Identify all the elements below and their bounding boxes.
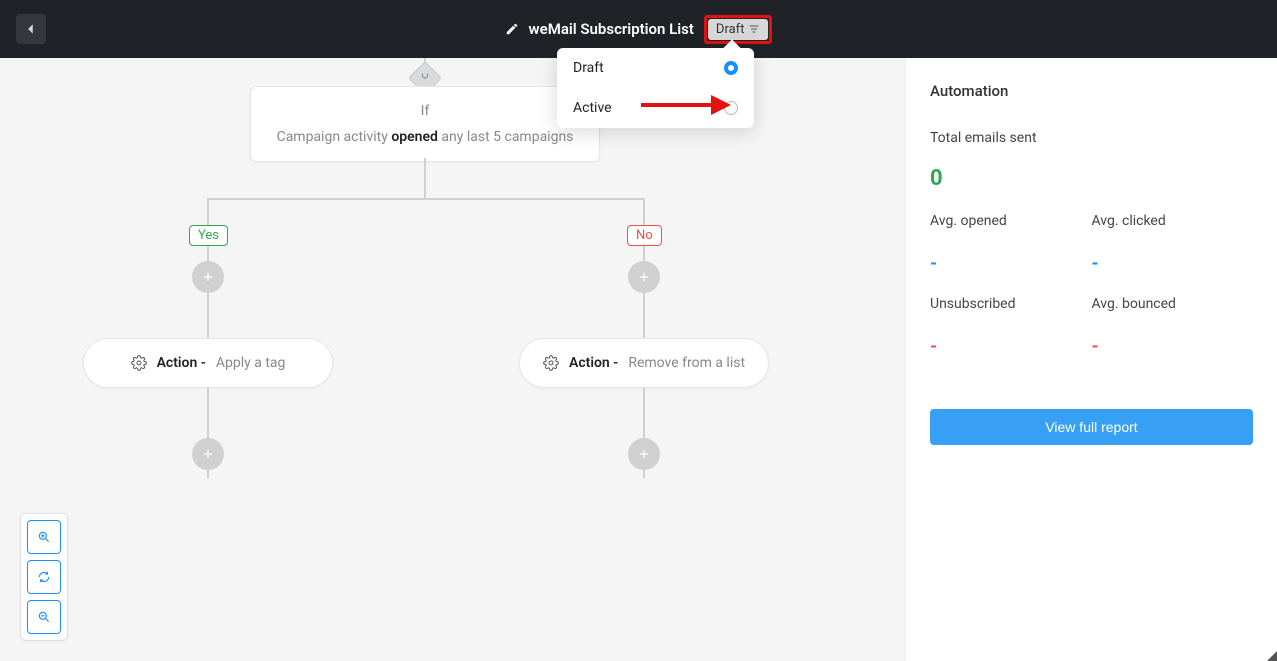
status-label: Draft <box>716 22 745 37</box>
action-detail: Remove from a list <box>628 355 745 371</box>
action-card-yes[interactable]: Action - Apply a tag <box>83 338 333 388</box>
branch-no-tag: No <box>627 225 662 246</box>
status-option-draft[interactable]: Draft <box>557 48 754 88</box>
action-detail: Apply a tag <box>216 355 286 371</box>
connector-line <box>424 158 426 198</box>
status-option-label: Draft <box>573 60 604 76</box>
zoom-out-icon <box>37 610 51 624</box>
automation-canvas[interactable]: If Campaign activity opened any last 5 c… <box>0 58 905 661</box>
resize-handle-icon[interactable] <box>1267 651 1277 661</box>
filter-icon <box>748 23 760 35</box>
branch-yes-tag: Yes <box>189 225 228 246</box>
action-card-no[interactable]: Action - Remove from a list <box>519 338 769 388</box>
branch-icon <box>419 72 431 84</box>
arrow-left-icon <box>24 22 38 36</box>
gear-icon <box>543 355 559 371</box>
add-step-button[interactable] <box>192 438 224 470</box>
refresh-icon <box>37 570 51 584</box>
stat-unsubscribed-value: - <box>930 336 1092 357</box>
total-emails-label: Total emails sent <box>930 130 1253 146</box>
stat-avg-bounced-label: Avg. bounced <box>1092 296 1254 312</box>
sidebar-heading: Automation <box>930 82 1253 100</box>
stat-avg-clicked-label: Avg. clicked <box>1092 213 1254 229</box>
action-label: Action - <box>569 355 618 371</box>
zoom-in-icon <box>37 530 51 544</box>
radio-selected-icon <box>724 61 738 75</box>
zoom-toolbar <box>20 513 68 641</box>
automation-sidebar: Automation Total emails sent 0 Avg. open… <box>905 58 1277 661</box>
page-title: weMail Subscription List <box>529 20 694 38</box>
status-dropdown-trigger[interactable]: Draft <box>708 19 769 40</box>
add-step-button[interactable] <box>192 261 224 293</box>
total-emails-value: 0 <box>930 166 1253 191</box>
radio-unselected-icon <box>724 101 738 115</box>
stat-unsubscribed-label: Unsubscribed <box>930 296 1092 312</box>
stat-avg-bounced-value: - <box>1092 336 1254 357</box>
back-button[interactable] <box>16 14 46 44</box>
stat-avg-opened-value: - <box>930 253 1092 274</box>
add-step-button[interactable] <box>628 438 660 470</box>
status-option-label: Active <box>573 100 612 116</box>
zoom-reset-button[interactable] <box>27 560 61 594</box>
condition-card[interactable]: If Campaign activity opened any last 5 c… <box>250 86 600 162</box>
pencil-icon[interactable] <box>505 22 519 36</box>
condition-if-label: If <box>263 103 587 119</box>
status-dropdown: Draft Active <box>557 48 754 128</box>
gear-icon <box>131 355 147 371</box>
stat-avg-clicked-value: - <box>1092 253 1254 274</box>
zoom-out-button[interactable] <box>27 600 61 634</box>
condition-text: Campaign activity opened any last 5 camp… <box>263 129 587 145</box>
action-label: Action - <box>157 355 206 371</box>
stat-avg-opened-label: Avg. opened <box>930 213 1092 229</box>
view-full-report-button[interactable]: View full report <box>930 409 1253 445</box>
connector-line <box>208 198 644 200</box>
zoom-in-button[interactable] <box>27 520 61 554</box>
status-highlight: Draft <box>704 15 773 44</box>
add-step-button[interactable] <box>628 261 660 293</box>
status-option-active[interactable]: Active <box>557 88 754 128</box>
